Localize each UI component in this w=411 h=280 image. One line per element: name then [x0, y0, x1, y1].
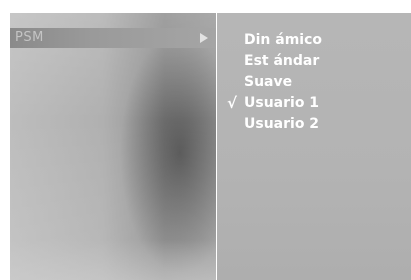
- main-menu-panel: [10, 13, 216, 280]
- menu-item-psm-label: PSM: [15, 30, 44, 45]
- option-label: Usuario 2: [244, 116, 320, 132]
- option-suave[interactable]: Suave: [217, 72, 322, 93]
- option-label: Usuario 1: [244, 95, 320, 111]
- option-label: Din ámico: [244, 32, 323, 48]
- option-dinamico[interactable]: Din ámico: [217, 30, 322, 51]
- menu-item-psm[interactable]: PSM: [10, 28, 216, 48]
- check-mark-icon: √: [227, 94, 238, 112]
- option-usuario-1[interactable]: √ Usuario 1: [217, 93, 322, 114]
- triangle-right-icon: [200, 33, 208, 43]
- option-label: Est ándar: [244, 53, 320, 69]
- option-usuario-2[interactable]: Usuario 2: [217, 114, 322, 135]
- option-estandar[interactable]: Est ándar: [217, 51, 322, 72]
- submenu-panel: Din ámico Est ándar Suave √ Usuario 1 Us…: [217, 13, 411, 280]
- psm-options-list: Din ámico Est ándar Suave √ Usuario 1 Us…: [217, 30, 322, 135]
- osd-menu: PSM Din ámico Est ándar Suave √ Usuario …: [0, 0, 411, 280]
- option-label: Suave: [244, 74, 293, 90]
